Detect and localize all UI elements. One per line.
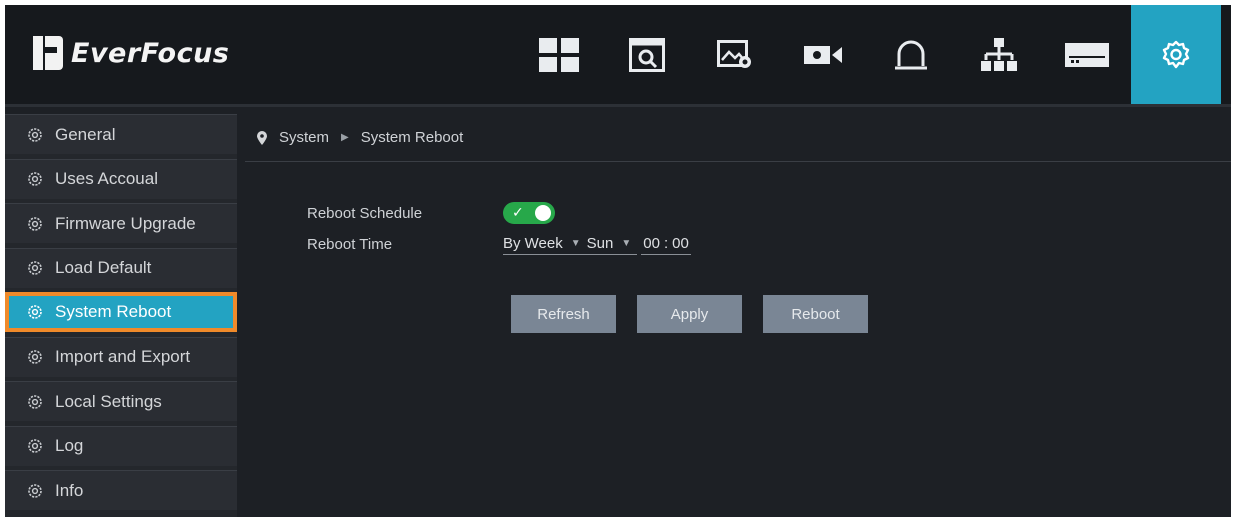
system-settings-icon bbox=[1162, 40, 1190, 68]
breadcrumb-current: System Reboot bbox=[360, 129, 464, 146]
nav-image-settings[interactable] bbox=[691, 5, 779, 104]
toggle-knob bbox=[535, 205, 551, 221]
app-window: EverFocus General Uses Accoual Firmware … bbox=[5, 5, 1231, 517]
camera-icon bbox=[804, 45, 842, 64]
sidebar-item-info[interactable]: Info bbox=[5, 470, 237, 510]
playback-search-icon bbox=[629, 37, 665, 72]
gear-icon bbox=[28, 305, 42, 319]
sidebar: General Uses Accoual Firmware Upgrade Lo… bbox=[5, 114, 237, 517]
sidebar-item-load-default[interactable]: Load Default bbox=[5, 247, 237, 288]
live-view-grid-icon bbox=[539, 37, 579, 72]
gear-icon bbox=[28, 483, 42, 498]
logo-mark-icon bbox=[33, 36, 63, 70]
check-icon: ✓ bbox=[512, 204, 524, 220]
gear-icon bbox=[28, 216, 42, 231]
action-buttons: Refresh Apply Reboot bbox=[511, 295, 868, 333]
sidebar-item-user-account[interactable]: Uses Accoual bbox=[5, 158, 237, 199]
reboot-schedule-toggle[interactable]: ✓ bbox=[503, 202, 555, 224]
location-pin-icon bbox=[257, 130, 267, 145]
gear-icon bbox=[28, 439, 42, 453]
gear-icon bbox=[28, 350, 42, 364]
sidebar-item-label: Info bbox=[55, 480, 84, 500]
gear-icon bbox=[28, 394, 42, 409]
nav-storage[interactable] bbox=[1043, 5, 1131, 104]
hour-value[interactable]: 00 bbox=[641, 235, 662, 252]
sidebar-item-import-export[interactable]: Import and Export bbox=[5, 336, 237, 377]
sidebar-item-label: Load Default bbox=[55, 258, 152, 277]
caret-down-icon: ▼ bbox=[621, 238, 632, 249]
sidebar-item-label: System Reboot bbox=[55, 302, 172, 321]
sidebar-item-label: Local Settings bbox=[55, 391, 162, 411]
sidebar-item-label: Firmware Upgrade bbox=[55, 213, 196, 233]
sidebar-item-label: Log bbox=[55, 436, 84, 455]
image-settings-icon bbox=[717, 39, 751, 68]
nav-camera[interactable] bbox=[779, 5, 867, 104]
reboot-schedule-label: Reboot Schedule bbox=[307, 204, 423, 222]
alarm-bell-icon bbox=[895, 40, 927, 69]
sidebar-item-local-settings[interactable]: Local Settings bbox=[5, 381, 237, 421]
brand-name: EverFocus bbox=[71, 37, 230, 69]
sidebar-item-firmware-upgrade[interactable]: Firmware Upgrade bbox=[5, 203, 237, 243]
main-panel: System ▶ System Reboot Reboot Schedule ✓… bbox=[245, 114, 1231, 517]
caret-down-icon: ▼ bbox=[570, 238, 581, 249]
sidebar-item-label: Import and Export bbox=[55, 347, 191, 366]
minute-value[interactable]: 00 bbox=[670, 235, 691, 252]
main-nav bbox=[515, 5, 1221, 104]
apply-button[interactable]: Apply bbox=[637, 295, 742, 333]
reboot-schedule-row: Reboot Schedule ✓ bbox=[307, 202, 555, 224]
nav-network[interactable] bbox=[955, 5, 1043, 104]
reboot-time-input[interactable]: 00 : 00 bbox=[641, 233, 691, 255]
network-icon bbox=[981, 37, 1017, 71]
breadcrumb: System ▶ System Reboot bbox=[245, 114, 1231, 162]
day-value: Sun bbox=[586, 235, 614, 252]
nav-alarm[interactable] bbox=[867, 5, 955, 104]
day-select[interactable]: Sun ▼ bbox=[586, 233, 638, 255]
gear-icon bbox=[28, 127, 42, 142]
sidebar-item-log[interactable]: Log bbox=[5, 425, 237, 466]
frequency-select[interactable]: By Week ▼ bbox=[503, 233, 587, 255]
sidebar-item-label: Uses Accoual bbox=[55, 169, 158, 188]
time-separator: : bbox=[663, 235, 669, 252]
gear-icon bbox=[28, 261, 42, 275]
sidebar-item-system-reboot[interactable]: System Reboot bbox=[5, 292, 237, 332]
brand-logo: EverFocus bbox=[33, 29, 229, 77]
breadcrumb-separator-icon: ▶ bbox=[341, 132, 349, 143]
sidebar-item-general[interactable]: General bbox=[5, 114, 237, 154]
nav-playback[interactable] bbox=[603, 5, 691, 104]
reboot-time-row: Reboot Time By Week ▼ Sun ▼ 00 : 00 bbox=[307, 233, 691, 255]
nav-live-view[interactable] bbox=[515, 5, 603, 104]
sidebar-item-label: General bbox=[55, 124, 116, 144]
frequency-value: By Week bbox=[503, 235, 563, 252]
breadcrumb-root[interactable]: System bbox=[279, 129, 329, 146]
nav-system-settings[interactable] bbox=[1131, 5, 1221, 104]
gear-icon bbox=[28, 172, 42, 186]
storage-icon bbox=[1065, 42, 1109, 67]
top-bar: EverFocus bbox=[5, 5, 1231, 107]
refresh-button[interactable]: Refresh bbox=[511, 295, 616, 333]
reboot-time-label: Reboot Time bbox=[307, 235, 393, 253]
reboot-button[interactable]: Reboot bbox=[763, 295, 868, 333]
